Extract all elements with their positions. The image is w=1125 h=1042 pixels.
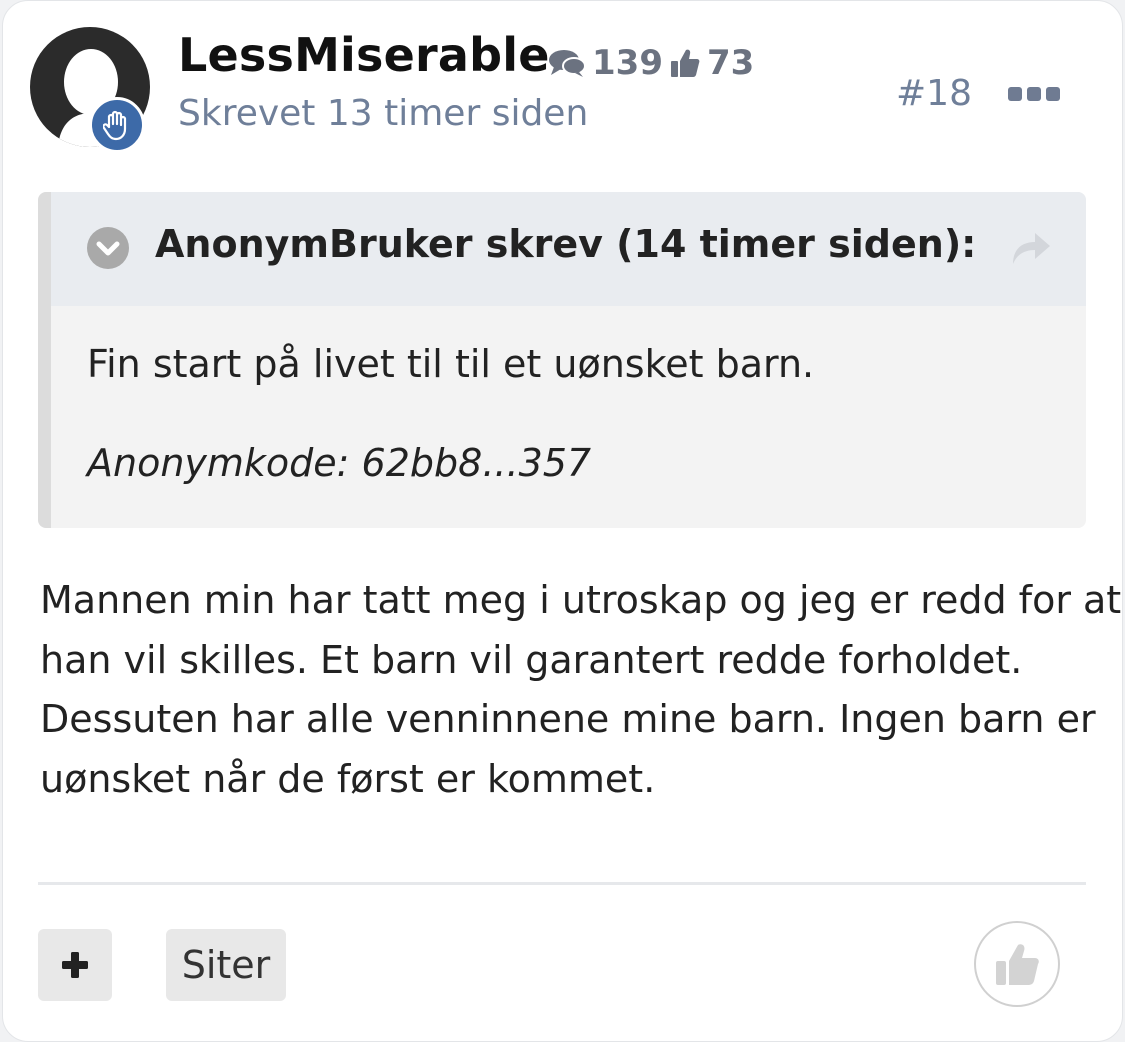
thumbs-up-icon — [996, 944, 1039, 985]
post-body: Mannen min har tatt meg i utroskap og je… — [40, 571, 1122, 809]
more-options-button[interactable] — [1002, 80, 1066, 108]
quote-button[interactable]: Siter — [166, 929, 286, 1001]
chat-bubbles-icon — [548, 48, 586, 78]
quote-block: AnonymBruker skrev (14 timer siden): Fin… — [38, 192, 1086, 528]
plus-icon — [62, 952, 88, 978]
share-arrow-icon[interactable] — [1009, 228, 1053, 268]
quote-author[interactable]: AnonymBruker skrev (14 timer siden): — [155, 222, 976, 266]
author-stats: 139 73 — [548, 40, 754, 86]
author-name[interactable]: LessMiserable — [178, 28, 550, 82]
post-body-line: Dessuten har alle venninnene mine barn. … — [40, 697, 1096, 741]
quote-header: AnonymBruker skrev (14 timer siden): — [51, 192, 1086, 306]
hand-icon — [89, 97, 145, 153]
divider — [38, 882, 1086, 885]
post-body-line: han vil skilles. Et barn vil garantert r… — [40, 637, 1023, 682]
quote-anon-code: Anonymkode: 62bb8...357 — [87, 441, 592, 485]
post-number[interactable]: #18 — [896, 73, 972, 114]
ellipsis-dot — [1046, 87, 1060, 101]
thumbs-up-icon — [669, 47, 701, 79]
chevron-down-icon[interactable] — [87, 227, 129, 269]
likes-count: 73 — [706, 43, 755, 83]
ellipsis-dot — [1027, 87, 1041, 101]
multiquote-button[interactable] — [38, 929, 112, 1001]
post-body-line: Mannen min har tatt meg i utroskap og je… — [40, 578, 1122, 622]
like-button[interactable] — [974, 921, 1060, 1007]
posts-count: 139 — [592, 43, 663, 83]
post-body-line: uønsket når de først er kommet. — [40, 756, 656, 801]
ellipsis-icon — [1008, 87, 1022, 101]
quote-text: Fin start på livet til til et uønsket ba… — [87, 342, 815, 386]
posted-time[interactable]: Skrevet 13 timer siden — [178, 93, 588, 134]
